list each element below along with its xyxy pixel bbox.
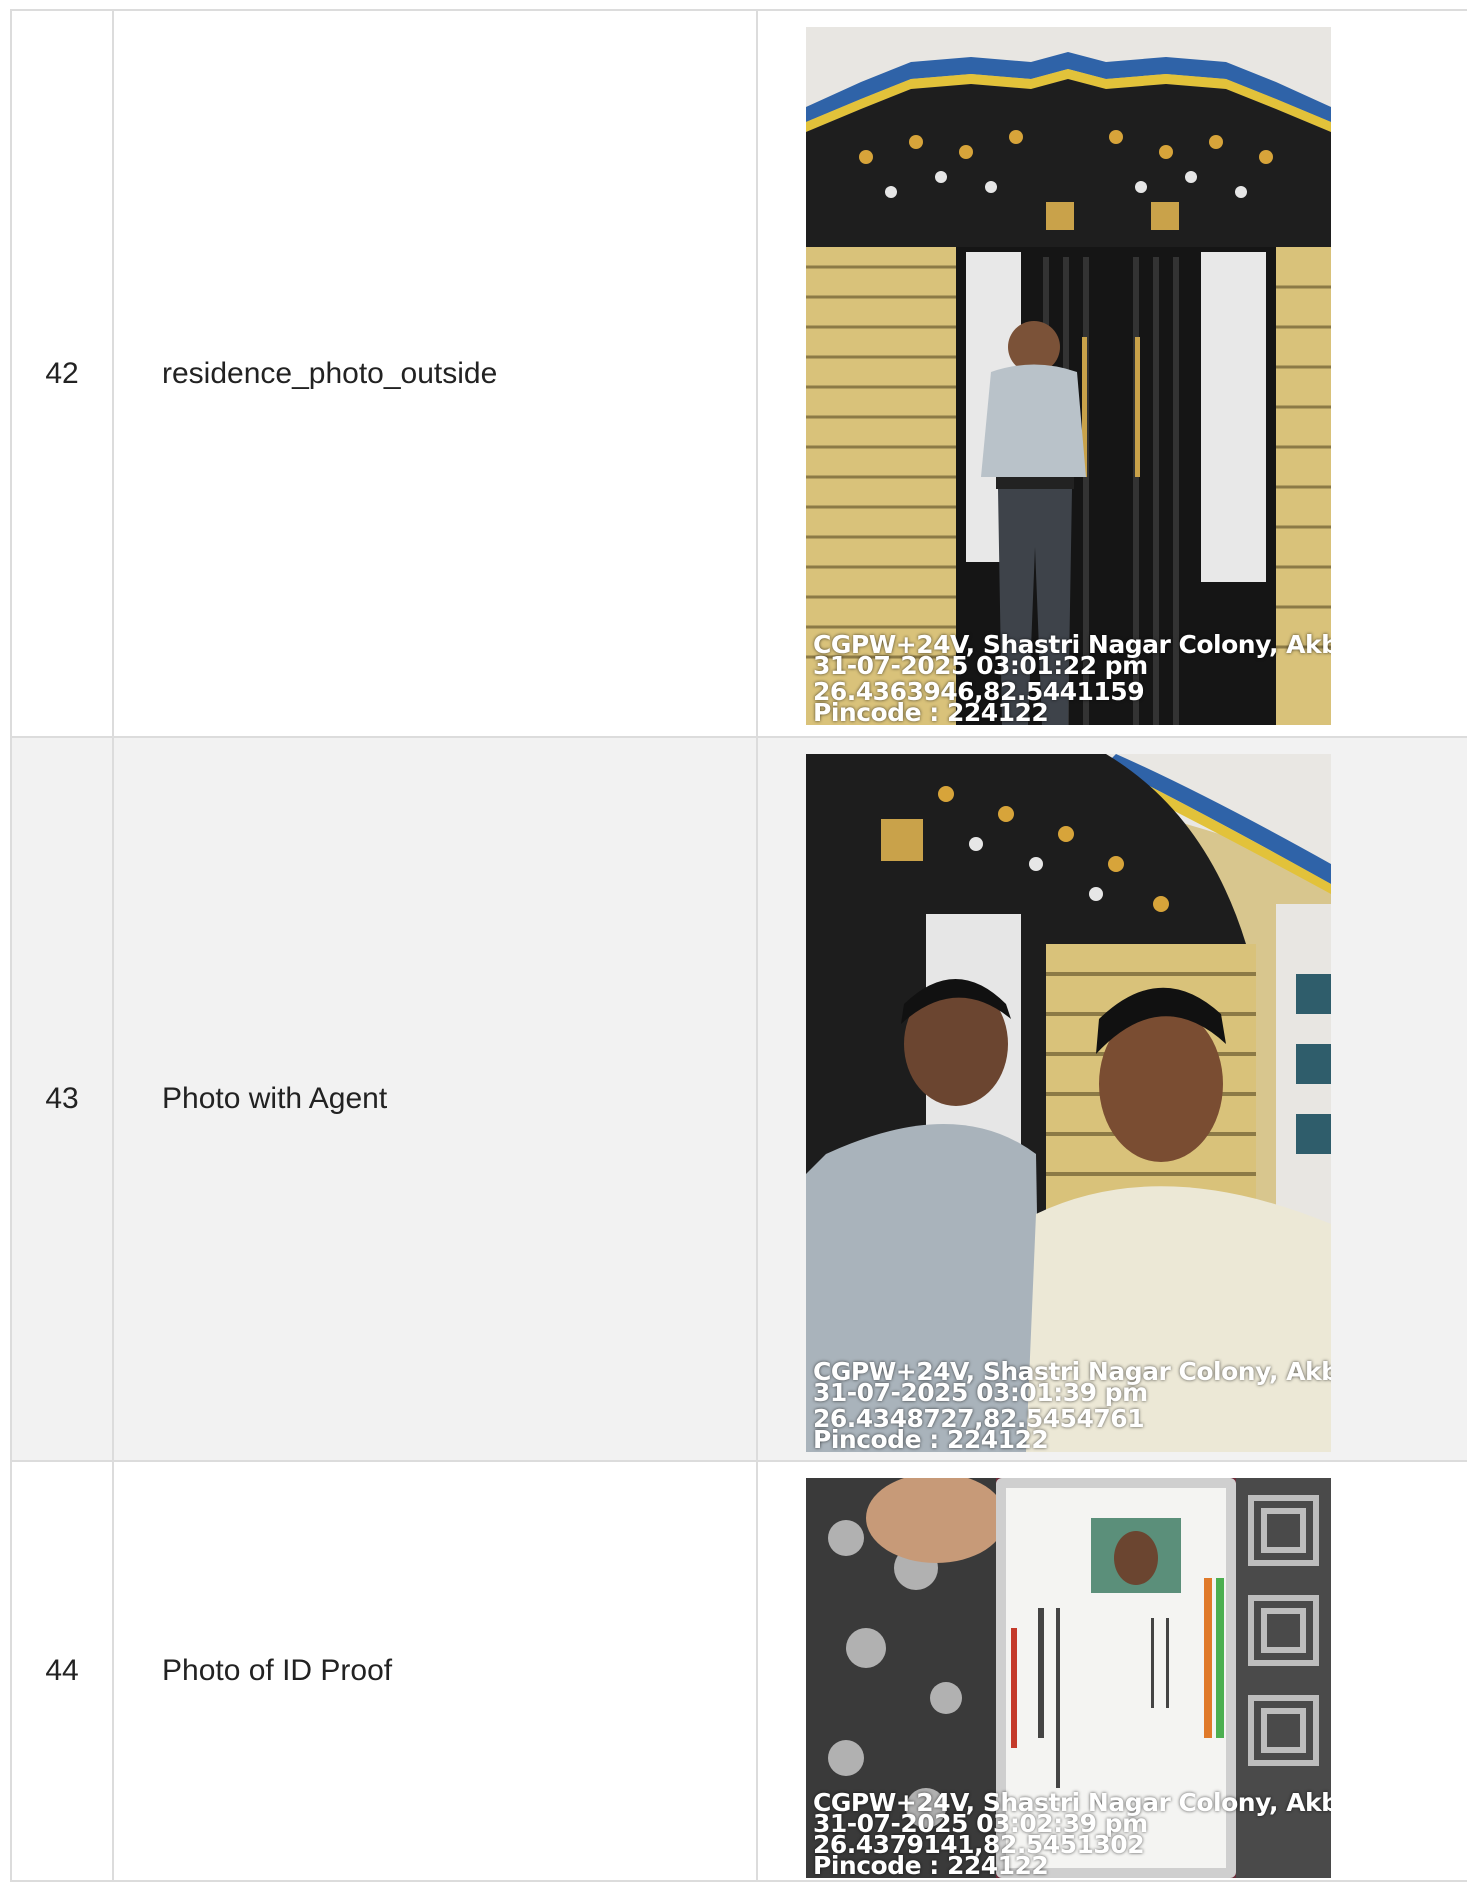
photo-geo-stamp: CGPW+24V, Shastri Nagar Colony, Akbarpur… [813,1790,1331,1878]
row-number: 44 [12,1462,114,1880]
photo-cell: CGPW+24V, Shastri Nagar Colony, Akbarpur… [758,11,1467,736]
row-label: Photo with Agent [114,738,758,1460]
row-number: 42 [12,11,114,736]
row-label: Photo of ID Proof [114,1462,758,1880]
residence-outside-photo[interactable]: CGPW+24V, Shastri Nagar Colony, Akbarpur… [806,27,1331,725]
house-gate-photo-icon [806,27,1331,725]
row-number: 43 [12,738,114,1460]
table-row: 43 Photo with Agent CGPW+24V, Shastri Na… [12,738,1467,1462]
photo-geo-stamp: CGPW+24V, Shastri Nagar Colony, Akbarpur… [813,632,1331,725]
photo-cell: CGPW+24V, Shastri Nagar Colony, Akbarpur… [758,738,1467,1460]
table-row: 42 residence_photo_outside CGPW+24V, Sha… [12,11,1467,738]
id-proof-photo[interactable]: CGPW+24V, Shastri Nagar Colony, Akbarpur… [806,1478,1331,1878]
photo-cell: CGPW+24V, Shastri Nagar Colony, Akbarpur… [758,1462,1467,1880]
table-row: 44 Photo of ID Proof CGPW+24V, Shastri N… [12,1462,1467,1882]
verification-table: 42 residence_photo_outside CGPW+24V, Sha… [10,9,1467,1882]
agent-selfie-photo[interactable]: CGPW+24V, Shastri Nagar Colony, Akbarpur… [806,754,1331,1452]
row-label: residence_photo_outside [114,11,758,736]
photo-geo-stamp: CGPW+24V, Shastri Nagar Colony, Akbarpur… [813,1359,1331,1452]
selfie-photo-icon [806,754,1331,1452]
